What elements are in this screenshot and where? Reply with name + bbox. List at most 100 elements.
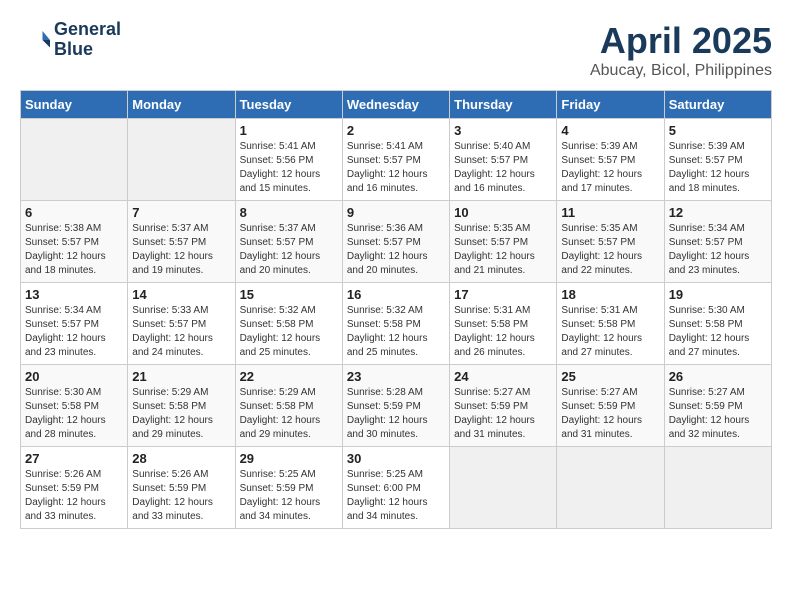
day-info: Sunrise: 5:27 AM Sunset: 5:59 PM Dayligh… bbox=[561, 386, 659, 442]
day-number: 6 bbox=[25, 205, 123, 220]
day-number: 3 bbox=[454, 123, 552, 138]
calendar-week-row-3: 13 Sunrise: 5:34 AM Sunset: 5:57 PM Dayli… bbox=[21, 283, 772, 365]
calendar-week-row-2: 6Sunrise: 5:38 AM Sunset: 5:57 PM Daylig… bbox=[21, 201, 772, 283]
day-info: Sunrise: 5:27 AM Sunset: 5:59 PM Dayligh… bbox=[669, 386, 767, 442]
calendar-cell: 27 Sunrise: 5:26 AM Sunset: 5:59 PM Dayli… bbox=[21, 447, 128, 529]
day-number: 28 bbox=[132, 451, 230, 466]
day-number: 1 bbox=[240, 123, 338, 138]
day-info: Sunrise: 5:33 AM Sunset: 5:57 PM Dayligh… bbox=[132, 304, 230, 360]
calendar-cell: 6Sunrise: 5:38 AM Sunset: 5:57 PM Daylig… bbox=[21, 201, 128, 283]
weekday-header-sunday: Sunday bbox=[21, 91, 128, 119]
weekday-header-friday: Friday bbox=[557, 91, 664, 119]
day-info: Sunrise: 5:32 AM Sunset: 5:58 PM Dayligh… bbox=[240, 304, 338, 360]
calendar-title-area: April 2025 Abucay, Bicol, Philippines bbox=[590, 20, 772, 80]
day-info: Sunrise: 5:41 AM Sunset: 5:56 PM Dayligh… bbox=[240, 140, 338, 196]
day-info: Sunrise: 5:37 AM Sunset: 5:57 PM Dayligh… bbox=[132, 222, 230, 278]
day-info: Sunrise: 5:31 AM Sunset: 5:58 PM Dayligh… bbox=[454, 304, 552, 360]
calendar-cell: 22Sunrise: 5:29 AM Sunset: 5:58 PM Dayli… bbox=[235, 365, 342, 447]
calendar-cell: 26 Sunrise: 5:27 AM Sunset: 5:59 PM Dayli… bbox=[664, 365, 771, 447]
calendar-cell: 29 Sunrise: 5:25 AM Sunset: 5:59 PM Dayli… bbox=[235, 447, 342, 529]
day-number: 17 bbox=[454, 287, 552, 302]
day-info: Sunrise: 5:30 AM Sunset: 5:58 PM Dayligh… bbox=[669, 304, 767, 360]
calendar-cell: 8 Sunrise: 5:37 AM Sunset: 5:57 PM Daylig… bbox=[235, 201, 342, 283]
day-info: Sunrise: 5:36 AM Sunset: 5:57 PM Dayligh… bbox=[347, 222, 445, 278]
day-info: Sunrise: 5:26 AM Sunset: 5:59 PM Dayligh… bbox=[25, 468, 123, 524]
calendar-cell: 30 Sunrise: 5:25 AM Sunset: 6:00 PM Dayli… bbox=[342, 447, 449, 529]
calendar-cell: 13 Sunrise: 5:34 AM Sunset: 5:57 PM Dayli… bbox=[21, 283, 128, 365]
day-number: 8 bbox=[240, 205, 338, 220]
logo-icon bbox=[20, 25, 50, 55]
day-number: 29 bbox=[240, 451, 338, 466]
day-number: 4 bbox=[561, 123, 659, 138]
day-number: 9 bbox=[347, 205, 445, 220]
day-info: Sunrise: 5:39 AM Sunset: 5:57 PM Dayligh… bbox=[561, 140, 659, 196]
page-header: General Blue April 2025 Abucay, Bicol, P… bbox=[20, 20, 772, 80]
day-info: Sunrise: 5:35 AM Sunset: 5:57 PM Dayligh… bbox=[454, 222, 552, 278]
day-info: Sunrise: 5:31 AM Sunset: 5:58 PM Dayligh… bbox=[561, 304, 659, 360]
calendar-cell: 10Sunrise: 5:35 AM Sunset: 5:57 PM Dayli… bbox=[450, 201, 557, 283]
calendar-cell: 28 Sunrise: 5:26 AM Sunset: 5:59 PM Dayli… bbox=[128, 447, 235, 529]
day-number: 27 bbox=[25, 451, 123, 466]
calendar-cell: 17 Sunrise: 5:31 AM Sunset: 5:58 PM Dayli… bbox=[450, 283, 557, 365]
day-number: 12 bbox=[669, 205, 767, 220]
day-info: Sunrise: 5:34 AM Sunset: 5:57 PM Dayligh… bbox=[669, 222, 767, 278]
day-info: Sunrise: 5:25 AM Sunset: 5:59 PM Dayligh… bbox=[240, 468, 338, 524]
calendar-cell: 14 Sunrise: 5:33 AM Sunset: 5:57 PM Dayli… bbox=[128, 283, 235, 365]
day-number: 15 bbox=[240, 287, 338, 302]
calendar-cell: 20Sunrise: 5:30 AM Sunset: 5:58 PM Dayli… bbox=[21, 365, 128, 447]
day-number: 21 bbox=[132, 369, 230, 384]
day-number: 22 bbox=[240, 369, 338, 384]
day-info: Sunrise: 5:35 AM Sunset: 5:57 PM Dayligh… bbox=[561, 222, 659, 278]
day-number: 16 bbox=[347, 287, 445, 302]
day-number: 5 bbox=[669, 123, 767, 138]
calendar-cell bbox=[450, 447, 557, 529]
day-number: 19 bbox=[669, 287, 767, 302]
calendar-cell bbox=[664, 447, 771, 529]
day-info: Sunrise: 5:37 AM Sunset: 5:57 PM Dayligh… bbox=[240, 222, 338, 278]
day-number: 18 bbox=[561, 287, 659, 302]
day-info: Sunrise: 5:40 AM Sunset: 5:57 PM Dayligh… bbox=[454, 140, 552, 196]
day-info: Sunrise: 5:39 AM Sunset: 5:57 PM Dayligh… bbox=[669, 140, 767, 196]
calendar-subtitle: Abucay, Bicol, Philippines bbox=[590, 62, 772, 80]
calendar-cell: 25Sunrise: 5:27 AM Sunset: 5:59 PM Dayli… bbox=[557, 365, 664, 447]
calendar-cell: 16 Sunrise: 5:32 AM Sunset: 5:58 PM Dayli… bbox=[342, 283, 449, 365]
calendar-cell: 5 Sunrise: 5:39 AM Sunset: 5:57 PM Daylig… bbox=[664, 119, 771, 201]
weekday-header-thursday: Thursday bbox=[450, 91, 557, 119]
calendar-table: SundayMondayTuesdayWednesdayThursdayFrid… bbox=[20, 90, 772, 529]
day-info: Sunrise: 5:25 AM Sunset: 6:00 PM Dayligh… bbox=[347, 468, 445, 524]
calendar-cell: 11Sunrise: 5:35 AM Sunset: 5:57 PM Dayli… bbox=[557, 201, 664, 283]
calendar-cell: 15 Sunrise: 5:32 AM Sunset: 5:58 PM Dayli… bbox=[235, 283, 342, 365]
calendar-cell bbox=[21, 119, 128, 201]
calendar-cell: 21 Sunrise: 5:29 AM Sunset: 5:58 PM Dayli… bbox=[128, 365, 235, 447]
day-info: Sunrise: 5:32 AM Sunset: 5:58 PM Dayligh… bbox=[347, 304, 445, 360]
weekday-header-tuesday: Tuesday bbox=[235, 91, 342, 119]
day-info: Sunrise: 5:34 AM Sunset: 5:57 PM Dayligh… bbox=[25, 304, 123, 360]
calendar-week-row-1: 1 Sunrise: 5:41 AM Sunset: 5:56 PM Daylig… bbox=[21, 119, 772, 201]
calendar-cell: 4 Sunrise: 5:39 AM Sunset: 5:57 PM Daylig… bbox=[557, 119, 664, 201]
calendar-cell: 9 Sunrise: 5:36 AM Sunset: 5:57 PM Daylig… bbox=[342, 201, 449, 283]
calendar-cell: 19 Sunrise: 5:30 AM Sunset: 5:58 PM Dayli… bbox=[664, 283, 771, 365]
day-number: 13 bbox=[25, 287, 123, 302]
day-number: 23 bbox=[347, 369, 445, 384]
calendar-cell: 1 Sunrise: 5:41 AM Sunset: 5:56 PM Daylig… bbox=[235, 119, 342, 201]
day-number: 7 bbox=[132, 205, 230, 220]
day-number: 26 bbox=[669, 369, 767, 384]
calendar-cell: 24Sunrise: 5:27 AM Sunset: 5:59 PM Dayli… bbox=[450, 365, 557, 447]
day-number: 30 bbox=[347, 451, 445, 466]
day-info: Sunrise: 5:26 AM Sunset: 5:59 PM Dayligh… bbox=[132, 468, 230, 524]
weekday-header-saturday: Saturday bbox=[664, 91, 771, 119]
calendar-cell: 23Sunrise: 5:28 AM Sunset: 5:59 PM Dayli… bbox=[342, 365, 449, 447]
logo-line2: Blue bbox=[54, 40, 121, 60]
calendar-week-row-5: 27 Sunrise: 5:26 AM Sunset: 5:59 PM Dayli… bbox=[21, 447, 772, 529]
calendar-cell: 7 Sunrise: 5:37 AM Sunset: 5:57 PM Daylig… bbox=[128, 201, 235, 283]
calendar-cell: 3 Sunrise: 5:40 AM Sunset: 5:57 PM Daylig… bbox=[450, 119, 557, 201]
day-number: 14 bbox=[132, 287, 230, 302]
day-info: Sunrise: 5:27 AM Sunset: 5:59 PM Dayligh… bbox=[454, 386, 552, 442]
weekday-header-wednesday: Wednesday bbox=[342, 91, 449, 119]
day-info: Sunrise: 5:41 AM Sunset: 5:57 PM Dayligh… bbox=[347, 140, 445, 196]
logo-line1: General bbox=[54, 20, 121, 40]
day-info: Sunrise: 5:29 AM Sunset: 5:58 PM Dayligh… bbox=[132, 386, 230, 442]
day-number: 2 bbox=[347, 123, 445, 138]
calendar-cell: 2 Sunrise: 5:41 AM Sunset: 5:57 PM Daylig… bbox=[342, 119, 449, 201]
weekday-header-monday: Monday bbox=[128, 91, 235, 119]
